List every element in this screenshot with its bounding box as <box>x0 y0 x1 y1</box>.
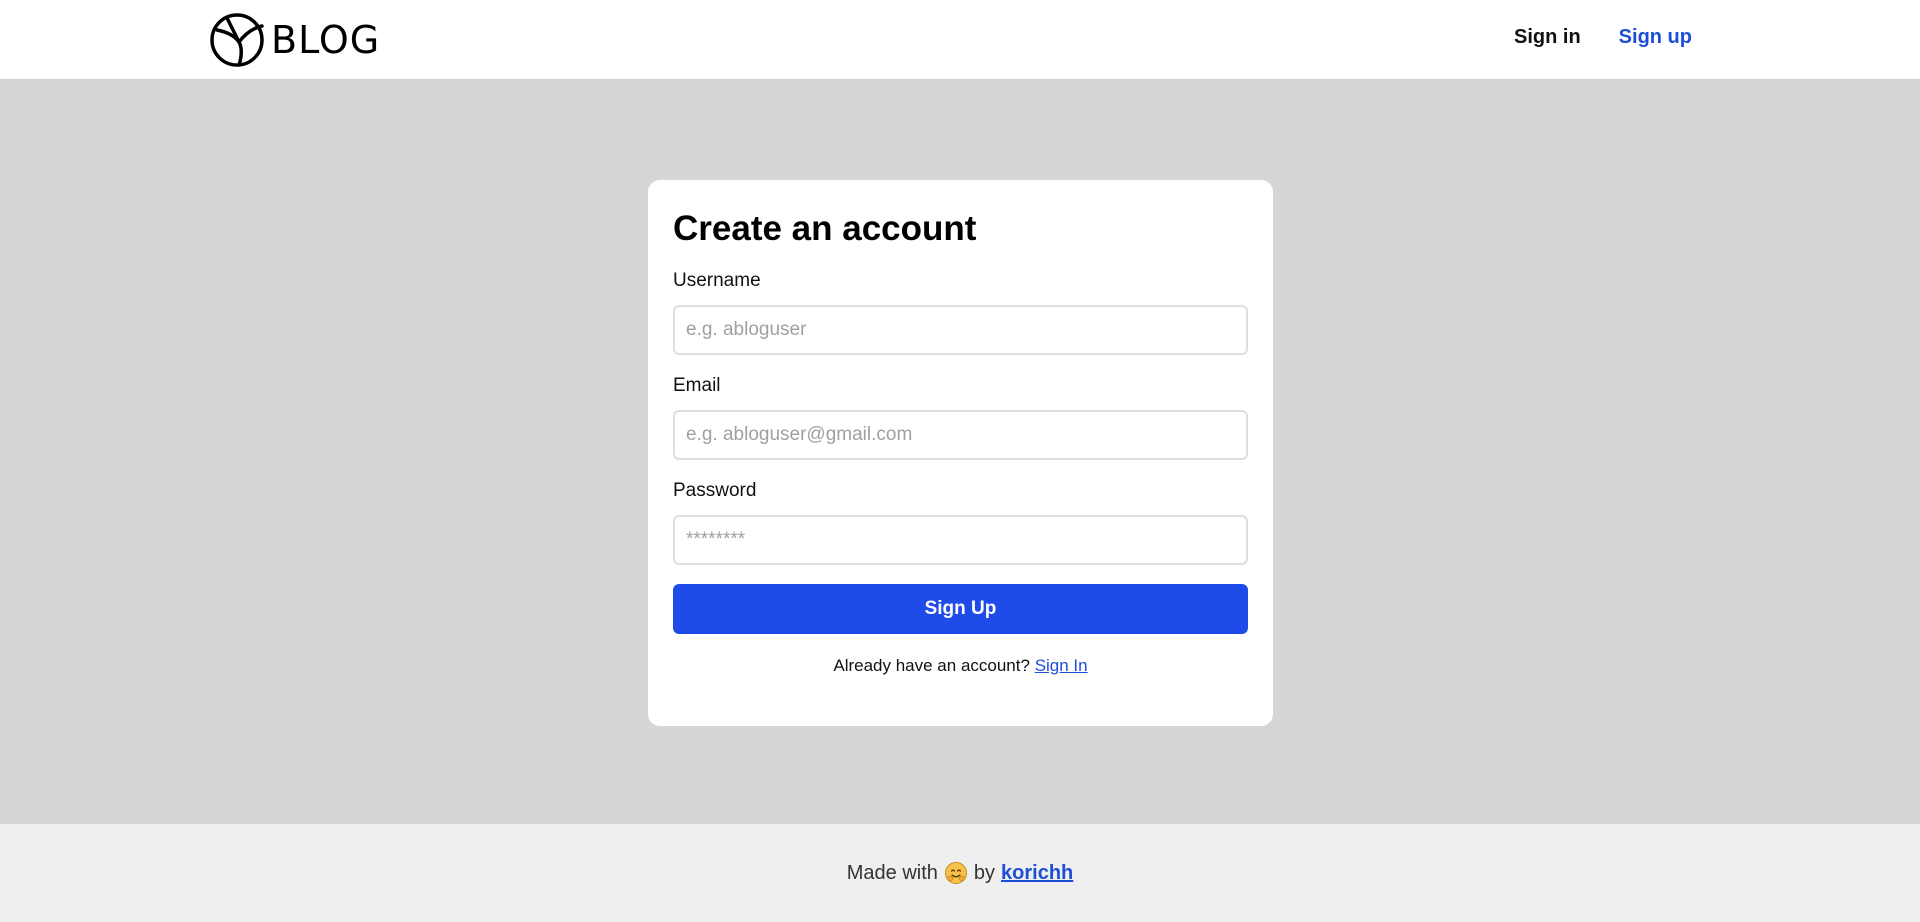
header-nav: Sign in Sign up <box>1514 26 1692 49</box>
brand-text: BLOG <box>271 18 381 62</box>
footer: Made with by korichh <box>0 824 1920 922</box>
nav-sign-in-link[interactable]: Sign in <box>1514 26 1581 49</box>
sign-in-link[interactable]: Sign In <box>1035 656 1088 675</box>
footer-made-with-text: Made with <box>846 861 938 884</box>
already-account-row: Already have an account? Sign In <box>673 656 1248 676</box>
sign-up-button[interactable]: Sign Up <box>673 584 1248 634</box>
password-input[interactable] <box>673 515 1248 565</box>
brand-logo-link[interactable]: BLOG <box>209 12 380 68</box>
author-link[interactable]: korichh <box>1001 862 1073 885</box>
email-input[interactable] <box>673 410 1248 460</box>
password-label: Password <box>673 480 757 501</box>
top-navbar: BLOG Sign in Sign up <box>0 0 1920 80</box>
email-label: Email <box>673 375 721 396</box>
footer-by-text: by <box>973 861 996 884</box>
form-title: Create an account <box>673 209 977 248</box>
username-input[interactable] <box>673 305 1248 355</box>
blog-logo-icon <box>209 12 265 68</box>
main-content: Create an account Username Email Passwor… <box>0 81 1920 824</box>
already-account-text: Already have an account? <box>833 656 1030 675</box>
username-label: Username <box>673 270 761 291</box>
nav-sign-up-link[interactable]: Sign up <box>1619 26 1692 49</box>
signup-card: Create an account Username Email Passwor… <box>648 180 1273 726</box>
hugging-face-emoji-icon <box>944 861 968 885</box>
